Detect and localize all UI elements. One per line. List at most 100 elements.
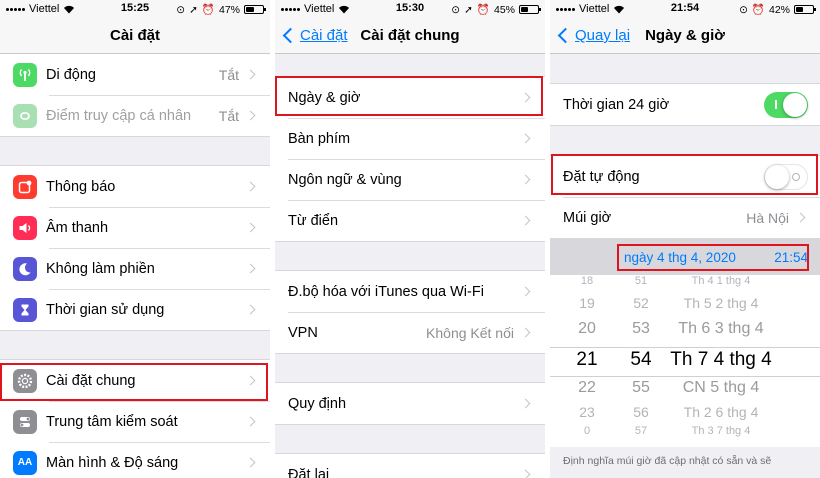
auto-time-group: Đặt tự động Múi giờ Hà Nội — [550, 155, 820, 239]
picker-hour-cell[interactable]: 23 — [570, 402, 604, 422]
rotation-lock-icon: ⊙ — [739, 3, 748, 16]
row-label: Trung tâm kiểm soát — [46, 413, 178, 430]
battery-icon — [519, 5, 541, 14]
general-group-1: Ngày & giờ Bàn phím Ngôn ngữ & vùng Từ đ… — [275, 76, 545, 242]
general-group-2: Đ.bộ hóa với iTunes qua Wi-Fi VPN Không … — [275, 270, 545, 354]
row-label: Từ điển — [288, 212, 339, 229]
page-title: Cài đặt — [109, 27, 160, 44]
time-zone-footer-note: Định nghĩa múi giờ đã cập nhật có sẵn và… — [550, 447, 820, 478]
time-format-group: Thời gian 24 giờ — [550, 83, 820, 126]
settings-row-regulatory[interactable]: Quy định — [275, 383, 545, 424]
row-label: Đặt tự động — [563, 168, 640, 185]
settings-row-hotspot[interactable]: Điểm truy cập cá nhân Tắt — [0, 95, 270, 136]
nav-bar: Cài đặt Cài đặt chung — [275, 18, 545, 54]
current-date-time-row[interactable]: ngày 4 thg 4, 2020 21:54 — [550, 239, 820, 275]
picker-minute-cell[interactable]: 52 — [624, 293, 658, 313]
picker-hour-cell[interactable]: 21 — [570, 347, 604, 372]
page-title: Cài đặt chung — [360, 27, 460, 44]
settings-row-24-hour: Thời gian 24 giờ — [550, 84, 820, 125]
row-label: Ngày & giờ — [288, 89, 361, 106]
settings-row-general[interactable]: Cài đặt chung — [0, 360, 270, 401]
chevron-right-icon — [245, 457, 256, 468]
nav-bar: Quay lại Ngày & giờ — [550, 18, 820, 54]
row-label: Ngôn ngữ & vùng — [288, 171, 402, 188]
settings-row-cellular[interactable]: Di động Tắt — [0, 54, 270, 95]
picker-minute-column[interactable]: 51 52 53 54 55 56 57 — [624, 275, 658, 447]
notifications-icon — [13, 174, 37, 199]
row-label: VPN — [288, 324, 318, 341]
row-label: Thông báo — [46, 178, 116, 195]
picker-date-cell[interactable]: Th 5 2 thg 4 — [662, 293, 780, 313]
settings-row-dictionary[interactable]: Từ điển — [275, 200, 545, 241]
settings-row-language-region[interactable]: Ngôn ngữ & vùng — [275, 159, 545, 200]
chevron-right-icon — [520, 286, 531, 297]
picker-date-cell[interactable]: Th 4 1 thg 4 — [662, 275, 780, 290]
row-value: Tắt — [218, 66, 239, 83]
picker-hour-cell[interactable]: 22 — [570, 377, 604, 399]
chevron-right-icon — [520, 327, 531, 338]
time-display: 21:54 — [774, 250, 808, 265]
settings-screen: Viettel 15:25 ⊙ ➚ ⏰ 47% Cài đặt Di động … — [0, 0, 270, 478]
settings-row-screen-time[interactable]: Thời gian sử dụng — [0, 289, 270, 330]
picker-hour-cell[interactable]: 20 — [570, 318, 604, 340]
picker-minute-cell[interactable]: 55 — [624, 377, 658, 399]
row-value: Hà Nội — [746, 209, 789, 226]
chevron-right-icon — [245, 375, 256, 386]
moon-icon — [13, 256, 37, 281]
rotation-lock-icon: ⊙ — [176, 3, 186, 16]
picker-date-cell[interactable]: CN 5 thg 4 — [662, 377, 780, 399]
picker-minute-cell[interactable]: 53 — [624, 318, 658, 340]
alarm-icon: ⏰ — [751, 4, 765, 16]
hotspot-icon — [13, 103, 37, 128]
picker-date-cell[interactable]: Th 6 3 thg 4 — [662, 318, 780, 340]
settings-row-display[interactable]: AA Màn hình & Độ sáng — [0, 442, 270, 478]
row-label: Âm thanh — [46, 219, 109, 236]
picker-hour-cell[interactable]: 18 — [570, 275, 604, 290]
settings-row-vpn[interactable]: VPN Không Kết nối — [275, 312, 545, 353]
gear-icon — [13, 368, 37, 393]
general-group-4: Đặt lại — [275, 453, 545, 478]
chevron-right-icon — [245, 416, 256, 427]
battery-percent: 45% — [493, 3, 515, 16]
picker-minute-cell[interactable]: 51 — [624, 275, 658, 290]
settings-row-keyboard[interactable]: Bàn phím — [275, 118, 545, 159]
picker-minute-cell[interactable]: 54 — [624, 347, 658, 372]
date-time-picker[interactable]: 18 19 20 21 22 23 0 51 52 53 54 55 56 57 Th 4 1 thg … — [550, 275, 820, 447]
settings-row-date-time[interactable]: Ngày & giờ — [275, 77, 545, 118]
settings-row-reset[interactable]: Đặt lại — [275, 454, 545, 478]
settings-row-time-zone[interactable]: Múi giờ Hà Nội — [550, 197, 820, 238]
row-label: Bàn phím — [288, 130, 351, 147]
settings-row-do-not-disturb[interactable]: Không làm phiền — [0, 248, 270, 289]
toggle-set-automatically[interactable] — [764, 163, 808, 190]
settings-row-control-center[interactable]: Trung tâm kiểm soát — [0, 401, 270, 442]
settings-row-itunes-wifi-sync[interactable]: Đ.bộ hóa với iTunes qua Wi-Fi — [275, 271, 545, 312]
picker-hour-cell[interactable]: 0 — [570, 423, 604, 440]
picker-date-cell[interactable]: Th 7 4 thg 4 — [662, 347, 780, 372]
antenna-icon — [13, 62, 37, 87]
settings-row-set-automatically: Đặt tự động — [550, 156, 820, 197]
general-group-3: Quy định — [275, 382, 545, 425]
toggle-24-hour[interactable] — [764, 91, 808, 118]
chevron-right-icon — [520, 92, 531, 103]
picker-date-cell[interactable]: Th 2 6 thg 4 — [662, 402, 780, 422]
nav-bar: Cài đặt — [0, 18, 270, 54]
hourglass-icon — [13, 297, 37, 322]
picker-hour-column[interactable]: 18 19 20 21 22 23 0 — [570, 275, 604, 447]
row-label: Quy định — [288, 395, 347, 412]
picker-minute-cell[interactable]: 56 — [624, 402, 658, 422]
settings-group-connectivity: Di động Tắt Điểm truy cập cá nhân Tắt — [0, 54, 270, 137]
picker-date-column[interactable]: Th 4 1 thg 4 Th 5 2 thg 4 Th 6 3 thg 4 Th 7… — [662, 275, 780, 447]
alarm-icon: ⏰ — [476, 4, 490, 16]
chevron-right-icon — [245, 110, 256, 121]
row-label: Thời gian 24 giờ — [563, 96, 670, 113]
location-icon: ➚ — [189, 3, 198, 16]
picker-minute-cell[interactable]: 57 — [624, 423, 658, 440]
row-value: Không Kết nối — [426, 324, 514, 341]
row-label: Múi giờ — [563, 209, 612, 226]
settings-row-sounds[interactable]: Âm thanh — [0, 207, 270, 248]
picker-hour-cell[interactable]: 19 — [570, 293, 604, 313]
picker-date-cell[interactable]: Th 3 7 thg 4 — [662, 423, 780, 440]
settings-row-notifications[interactable]: Thông báo — [0, 166, 270, 207]
alarm-icon: ⏰ — [201, 4, 215, 16]
row-label: Đ.bộ hóa với iTunes qua Wi-Fi — [288, 283, 484, 300]
